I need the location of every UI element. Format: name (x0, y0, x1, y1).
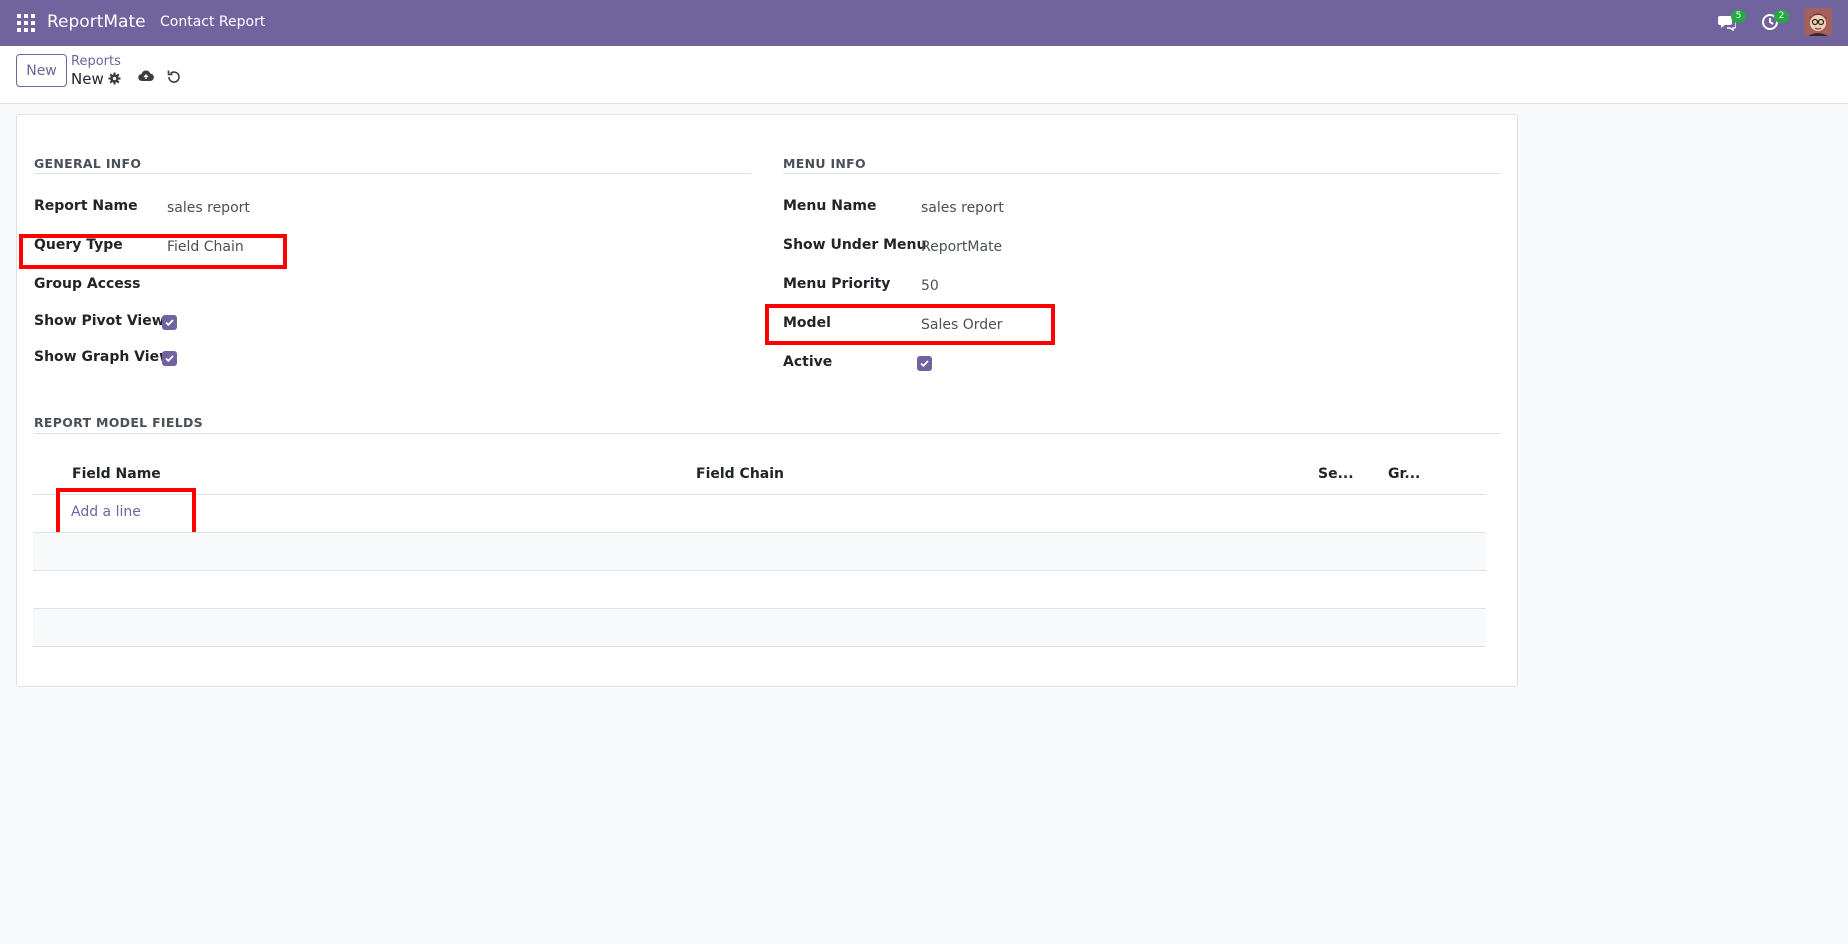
save-cloud-icon[interactable] (138, 69, 154, 87)
table-row-divider (33, 646, 1486, 647)
form-sheet: GENERAL INFO Report Name sales report Qu… (16, 114, 1518, 687)
menu-name-field[interactable]: sales report (921, 200, 1004, 216)
column-field-name[interactable]: Field Name (72, 466, 161, 482)
add-a-line-link[interactable]: Add a line (71, 504, 141, 520)
query-type-field[interactable]: Field Chain (167, 239, 244, 255)
general-info-title: GENERAL INFO (34, 156, 142, 171)
active-checkbox[interactable] (917, 356, 932, 371)
column-field-chain[interactable]: Field Chain (696, 466, 784, 482)
menu-info-divider (783, 173, 1501, 174)
table-header-divider (33, 494, 1486, 495)
user-avatar[interactable] (1804, 8, 1832, 36)
activities-button[interactable]: 2 (1761, 10, 1789, 31)
apps-menu-icon[interactable] (17, 14, 35, 32)
check-icon (165, 355, 174, 363)
app-brand[interactable]: ReportMate (47, 12, 146, 32)
column-gr[interactable]: Gr... (1388, 466, 1420, 482)
general-info-divider (34, 173, 751, 174)
report-fields-divider (34, 433, 1501, 434)
top-navbar: ReportMate Contact Report 5 2 (0, 0, 1848, 46)
avatar-icon (1804, 8, 1832, 36)
check-icon (165, 319, 174, 327)
menu-priority-field[interactable]: 50 (921, 278, 939, 294)
column-se[interactable]: Se... (1318, 466, 1354, 482)
breadcrumb-current: New (71, 70, 104, 88)
show-under-menu-label: Show Under Menu (783, 237, 927, 253)
messages-button[interactable]: 5 (1718, 10, 1746, 31)
control-panel: New Reports New (0, 46, 1848, 104)
settings-gear-icon[interactable] (108, 71, 121, 89)
menu-info-title: MENU INFO (783, 156, 866, 171)
model-field[interactable]: Sales Order (921, 317, 1003, 333)
table-row (33, 533, 1486, 570)
discard-undo-icon[interactable] (167, 69, 181, 87)
menu-contact-report[interactable]: Contact Report (160, 14, 265, 30)
breadcrumb-reports[interactable]: Reports (71, 54, 121, 69)
group-access-label: Group Access (34, 276, 141, 292)
show-graph-checkbox[interactable] (162, 351, 177, 366)
report-name-field[interactable]: sales report (167, 200, 250, 216)
active-label: Active (783, 354, 833, 370)
new-button[interactable]: New (16, 54, 67, 87)
show-under-menu-field[interactable]: ReportMate (921, 239, 1002, 255)
report-fields-title: REPORT MODEL FIELDS (34, 415, 203, 430)
table-row-divider (33, 570, 1486, 571)
menu-priority-label: Menu Priority (783, 276, 891, 292)
show-pivot-checkbox[interactable] (162, 315, 177, 330)
menu-name-label: Menu Name (783, 198, 877, 214)
messages-badge: 5 (1731, 10, 1746, 23)
show-pivot-label: Show Pivot View (34, 313, 165, 329)
table-row (33, 609, 1486, 646)
report-name-label: Report Name (34, 198, 138, 214)
check-icon (920, 360, 929, 368)
show-graph-label: Show Graph View (34, 349, 172, 365)
model-label: Model (783, 315, 831, 331)
query-type-label: Query Type (34, 237, 123, 253)
activities-badge: 2 (1774, 10, 1789, 23)
